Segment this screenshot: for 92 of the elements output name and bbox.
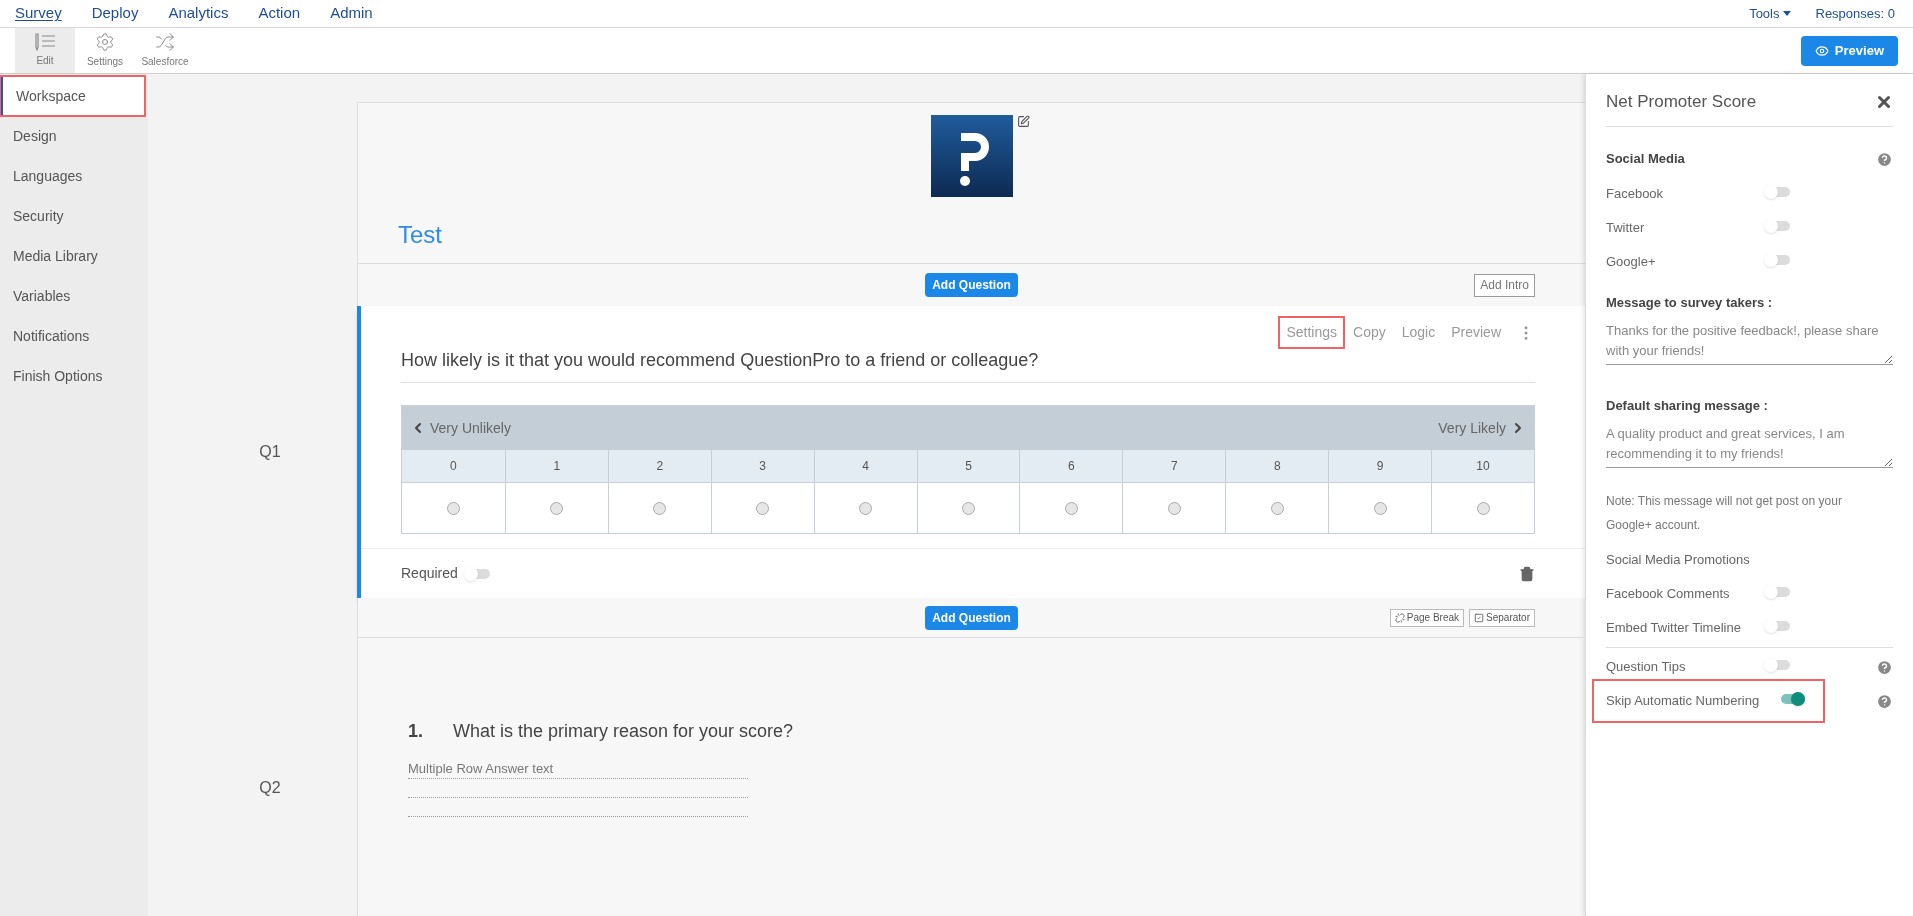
panel-title: Net Promoter Score (1606, 91, 1757, 114)
question-number: Q2 (259, 778, 281, 798)
scale-number: 5 (917, 450, 1020, 482)
sidebar-item[interactable]: Design (0, 116, 148, 156)
section-heading: Social Media (1606, 150, 1685, 169)
radio-button[interactable] (756, 501, 770, 515)
question-number: Q1 (259, 442, 281, 462)
responses-count: Responses: 0 (1815, 4, 1895, 23)
sidebar-item[interactable]: Finish Options (0, 356, 148, 396)
sidebar-item[interactable]: Notifications (0, 316, 148, 356)
caret-icon (1782, 11, 1791, 16)
radio-button[interactable] (1373, 501, 1387, 515)
scale-number: 4 (814, 450, 917, 482)
nav-tab[interactable]: Survey (15, 2, 62, 25)
add-intro-button[interactable]: Add Intro (1474, 273, 1535, 297)
toggle-switch[interactable] (1764, 253, 1790, 267)
setting-label: Facebook Comments (1606, 585, 1731, 604)
sidebar-item[interactable]: Languages (0, 156, 148, 196)
setting-label: Google+ (1606, 253, 1657, 272)
sidebar-item[interactable]: Media Library (0, 236, 148, 276)
scale-number: 9 (1329, 450, 1432, 482)
question-text: How likely is it that you would recommend QuestionPro to a friend or colleague? (401, 347, 1535, 383)
radio-button[interactable] (859, 501, 873, 515)
radio-button[interactable] (446, 501, 460, 515)
question-index: 1. (408, 720, 424, 743)
toggle-switch[interactable] (1764, 219, 1790, 233)
scale-number: 2 (608, 450, 711, 482)
section-heading: Default sharing message : (1606, 397, 1768, 416)
required-label: Required (401, 564, 458, 583)
scale-left-label: Very Unlikely (430, 418, 511, 438)
gear-icon (95, 32, 115, 52)
toolbar-button[interactable]: Settings (75, 28, 135, 73)
radio-button[interactable] (653, 501, 667, 515)
radio-button[interactable] (1476, 501, 1490, 515)
pencil-lines-icon (34, 33, 56, 51)
setting-label: Facebook (1606, 185, 1665, 204)
setting-label: Twitter (1606, 219, 1646, 238)
scale-number: 7 (1123, 450, 1226, 482)
sidebar-item[interactable]: Variables (0, 276, 148, 316)
add-question-button[interactable]: Add Question (925, 605, 1018, 630)
separator-button[interactable]: Separator (1469, 608, 1535, 627)
tools-menu[interactable]: Tools (1749, 3, 1791, 24)
survey-title: Test (398, 221, 442, 248)
scale-number: 3 (711, 450, 814, 482)
radio-button[interactable] (962, 501, 975, 515)
toggle-switch[interactable] (1764, 585, 1790, 599)
help-icon[interactable] (1876, 658, 1893, 676)
scale-number: 6 (1020, 450, 1123, 482)
setting-label: Question Tips (1606, 658, 1687, 677)
edit-icon[interactable] (1016, 115, 1030, 128)
toolbar-button[interactable]: Salesforce (135, 28, 195, 73)
scale-number: 8 (1226, 450, 1329, 482)
note-text: Note: This message will not get post on your Google+ account. (1606, 493, 1843, 534)
scale-number: 1 (505, 450, 608, 482)
question-text: What is the primary reason for your score? (453, 720, 794, 743)
scale-right-label: Very Likely (1438, 418, 1506, 438)
nav-tab[interactable]: Admin (330, 2, 373, 25)
page-break-button[interactable]: Page Break (1389, 608, 1465, 627)
add-question-button[interactable]: Add Question (925, 273, 1018, 297)
trash-icon[interactable] (1519, 565, 1535, 582)
radio-button[interactable] (1167, 501, 1181, 515)
answer-line[interactable]: Multiple Row Answer text (408, 759, 748, 779)
eye-icon (1814, 43, 1829, 58)
toolbar-button[interactable]: Edit (15, 28, 75, 73)
radio-button[interactable] (1270, 501, 1284, 515)
sidebar-item[interactable]: Security (0, 196, 148, 236)
preview-button[interactable]: Preview (1800, 35, 1898, 66)
unlink-icon (1394, 612, 1405, 623)
toggle-switch[interactable] (1779, 692, 1805, 706)
toggle-switch[interactable] (1764, 185, 1790, 199)
scale-number: 10 (1432, 450, 1534, 482)
nav-tab[interactable]: Deploy (91, 2, 139, 25)
sidebar-item[interactable]: Workspace (0, 76, 145, 116)
toggle-switch[interactable] (1764, 619, 1790, 633)
message-field[interactable]: A quality product and great services, I am recommending it to my friends! (1606, 424, 1893, 468)
nav-tab[interactable]: Analytics (168, 2, 229, 25)
close-icon[interactable] (1875, 93, 1893, 111)
nav-tab[interactable]: Action (258, 2, 301, 25)
help-icon[interactable] (1876, 150, 1893, 168)
section-label: Social Media Promotions (1606, 551, 1751, 570)
section-heading: Message to survey takers : (1606, 294, 1773, 313)
scale-number: 0 (402, 450, 505, 482)
setting-label: Skip Automatic Numbering (1606, 692, 1761, 711)
setting-label: Embed Twitter Timeline (1606, 619, 1742, 638)
radio-button[interactable] (550, 501, 564, 515)
toggle-switch[interactable] (463, 566, 490, 581)
radio-button[interactable] (1064, 501, 1078, 515)
toggle-switch[interactable] (1764, 658, 1790, 672)
checkbox-icon (1474, 612, 1485, 623)
message-field[interactable]: Thanks for the positive feedback!, please share with your friends! (1606, 321, 1893, 365)
help-icon[interactable] (1876, 692, 1893, 710)
shuffle-icon (155, 32, 175, 52)
